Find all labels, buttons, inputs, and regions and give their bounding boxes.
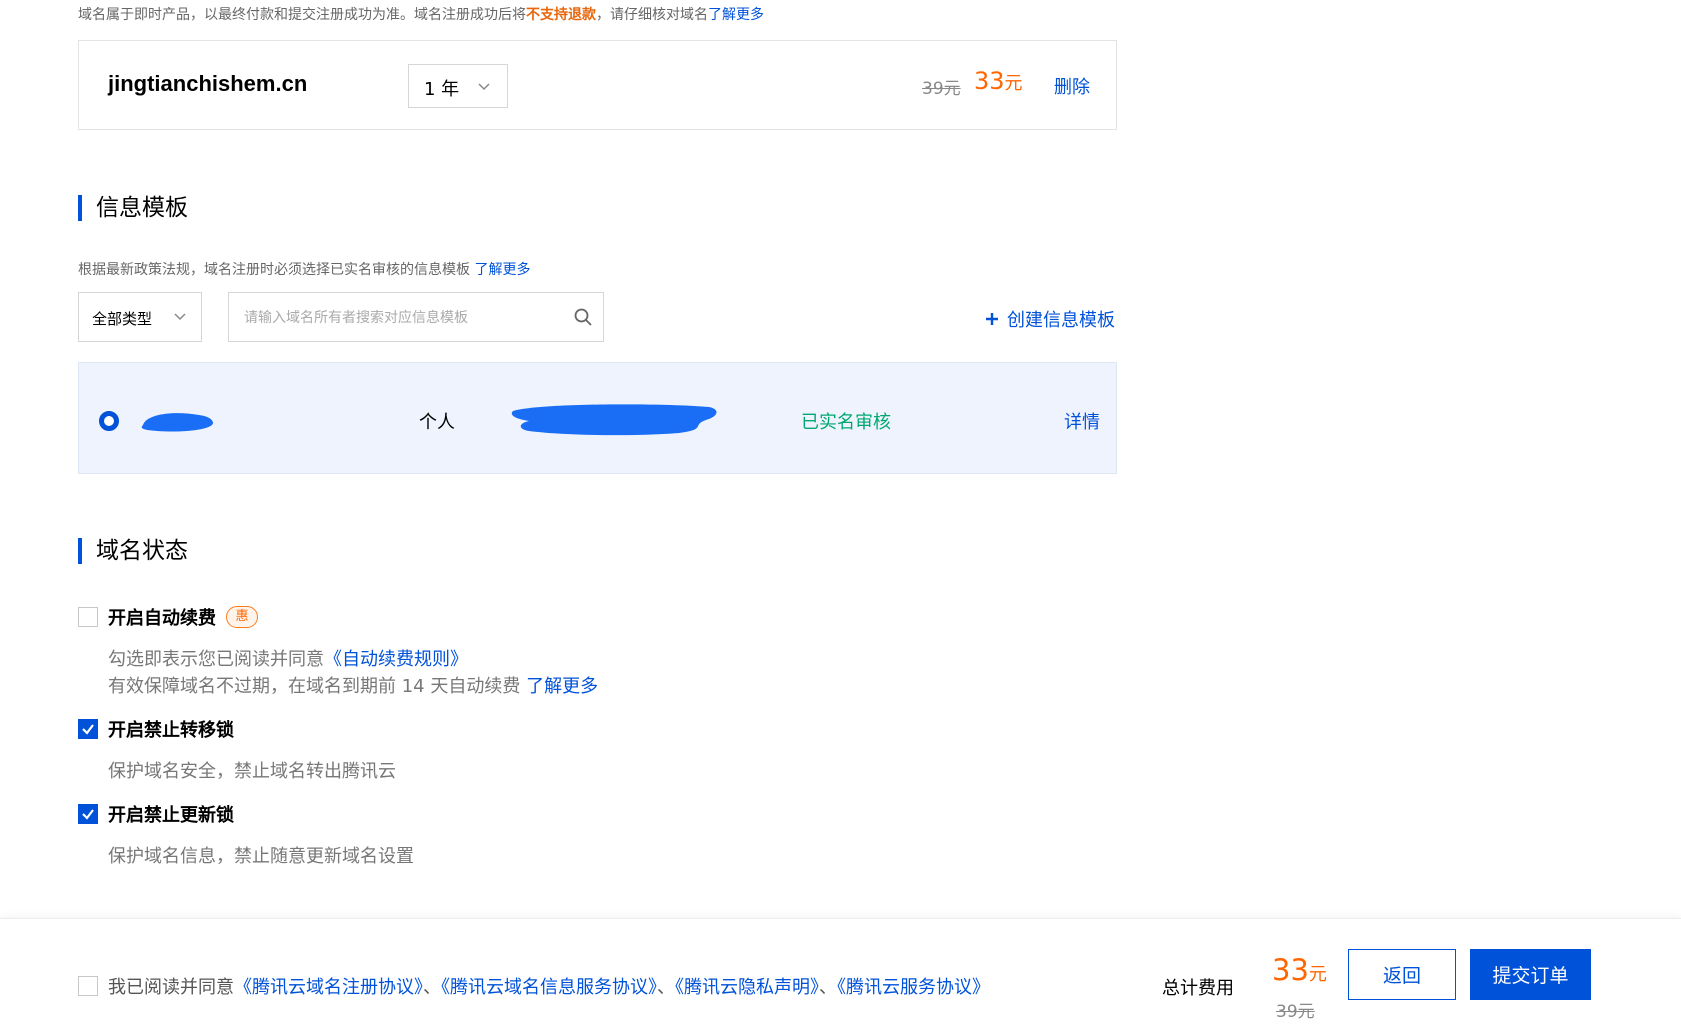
verification-status: 已实名审核 <box>801 412 891 433</box>
agreement-text: 我已阅读并同意《腾讯云域名注册协议》、《腾讯云域名信息服务协议》、《腾讯云隐私声… <box>108 977 990 998</box>
total-original-price: 39元 <box>1276 1002 1315 1022</box>
redacted-owner-name <box>141 413 213 432</box>
domain-info-service-agreement-link[interactable]: 《腾讯云域名信息服务协议》 <box>441 977 657 998</box>
registration-period-value: 1 年 <box>424 79 460 100</box>
template-radio[interactable] <box>99 411 119 431</box>
transfer-lock-checkbox[interactable] <box>78 719 98 739</box>
domain-registration-agreement-link[interactable]: 《腾讯云域名注册协议》 <box>234 977 423 998</box>
transfer-lock-desc: 保护域名安全，禁止域名转出腾讯云 <box>108 761 396 782</box>
template-search-input[interactable] <box>242 305 566 331</box>
auto-renew-option: 开启自动续费 惠 <box>78 604 258 630</box>
purchase-notice: 域名属于即时产品，以最终付款和提交注册成功为准。域名注册成功后将不支持退款，请仔… <box>78 7 764 23</box>
auto-renew-label: 开启自动续费 <box>108 608 216 629</box>
update-lock-label: 开启禁止更新锁 <box>108 805 234 826</box>
check-icon <box>82 724 94 735</box>
agreement-checkbox[interactable] <box>78 976 98 996</box>
check-icon <box>82 809 94 820</box>
delete-domain-link[interactable]: 删除 <box>1054 73 1090 99</box>
transfer-lock-label: 开启禁止转移锁 <box>108 720 234 741</box>
chevron-down-icon <box>478 83 490 91</box>
info-template-title: 信息模板 <box>78 195 188 221</box>
no-refund-warning: 不支持退款 <box>526 7 596 23</box>
template-type-filter[interactable]: 全部类型 <box>78 292 202 342</box>
registration-period-select[interactable]: 1 年 <box>408 64 508 108</box>
discount-badge: 惠 <box>226 606 258 628</box>
privacy-statement-link[interactable]: 《腾讯云隐私声明》 <box>675 977 819 998</box>
transfer-lock-option: 开启禁止转移锁 <box>78 716 234 742</box>
domain-item-card: jingtianchishem.cn 1 年 39元 33元 删除 <box>78 40 1117 130</box>
total-cost-label: 总计费用 <box>1162 978 1234 999</box>
update-lock-option: 开启禁止更新锁 <box>78 801 234 827</box>
auto-renew-learn-more-link[interactable]: 了解更多 <box>526 676 598 697</box>
update-lock-checkbox[interactable] <box>78 804 98 824</box>
create-template-link[interactable]: 创建信息模板 <box>985 306 1115 332</box>
template-learn-more-link[interactable]: 了解更多 <box>474 262 530 278</box>
search-icon[interactable] <box>573 307 593 327</box>
domain-status-title: 域名状态 <box>78 538 188 564</box>
auto-renew-desc-2: 有效保障域名不过期，在域名到期前 14 天自动续费 了解更多 <box>108 676 599 697</box>
domain-name: jingtianchishem.cn <box>108 71 308 96</box>
total-price: 33元 <box>1272 953 1327 987</box>
back-button[interactable]: 返回 <box>1348 949 1456 1000</box>
template-row[interactable]: 个人 已实名审核 详情 <box>78 362 1117 474</box>
template-owner-type: 个人 <box>419 412 455 433</box>
service-agreement-link[interactable]: 《腾讯云服务协议》 <box>837 977 990 998</box>
auto-renew-desc: 勾选即表示您已阅读并同意《自动续费规则》 <box>108 649 468 670</box>
chevron-down-icon <box>174 313 186 321</box>
template-detail-link[interactable]: 详情 <box>1064 408 1100 434</box>
current-price: 33元 <box>974 67 1023 95</box>
plus-icon <box>986 313 998 325</box>
auto-renew-rules-link[interactable]: 《自动续费规则》 <box>324 649 468 670</box>
template-type-value: 全部类型 <box>92 310 153 328</box>
update-lock-desc: 保护域名信息，禁止随意更新域名设置 <box>108 846 414 867</box>
auto-renew-checkbox[interactable] <box>78 607 98 627</box>
order-footer-bar: 我已阅读并同意《腾讯云域名注册协议》、《腾讯云域名信息服务协议》、《腾讯云隐私声… <box>0 918 1681 1033</box>
agreement-row: 我已阅读并同意《腾讯云域名注册协议》、《腾讯云域名信息服务协议》、《腾讯云隐私声… <box>78 973 990 999</box>
template-search-box <box>228 292 604 342</box>
submit-order-button[interactable]: 提交订单 <box>1470 949 1591 1000</box>
redacted-owner-contact <box>511 404 717 436</box>
info-template-hint: 根据最新政策法规，域名注册时必须选择已实名审核的信息模板 了解更多 <box>78 262 531 278</box>
create-template-label: 创建信息模板 <box>1007 310 1115 331</box>
notice-learn-more-link[interactable]: 了解更多 <box>708 7 764 23</box>
original-price: 39元 <box>922 79 961 99</box>
